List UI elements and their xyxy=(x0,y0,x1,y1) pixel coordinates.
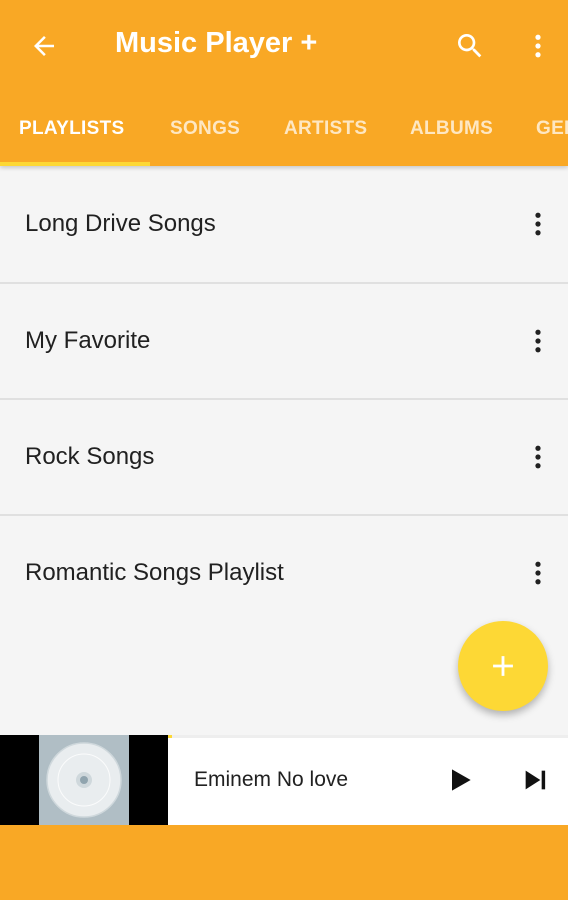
playlist-options-button[interactable] xyxy=(514,549,562,597)
more-vert-icon xyxy=(535,561,541,585)
playlist-options-button[interactable] xyxy=(514,433,562,481)
playlist-item-romantic-songs-playlist[interactable]: Romantic Songs Playlist xyxy=(0,515,568,631)
active-tab-indicator xyxy=(0,162,150,166)
tab-artists[interactable]: ARTISTS xyxy=(284,92,367,166)
tab-albums[interactable]: ALBUMS xyxy=(410,92,493,166)
playlist-item-rock-songs[interactable]: Rock Songs xyxy=(0,399,568,515)
playlist-item-long-drive-songs[interactable]: Long Drive Songs xyxy=(0,166,568,282)
toolbar: Music Player + xyxy=(0,0,568,92)
app-title: Music Player + xyxy=(115,27,318,59)
playback-progress-fill xyxy=(168,735,172,738)
album-cover xyxy=(39,735,129,825)
playlist-options-button[interactable] xyxy=(514,317,562,365)
playlist-name: Rock Songs xyxy=(25,443,155,470)
now-playing-bar[interactable]: Eminem No love xyxy=(0,735,568,825)
play-icon xyxy=(452,769,471,791)
more-vert-icon xyxy=(535,329,541,353)
back-button[interactable] xyxy=(20,22,68,70)
tab-songs[interactable]: SONGS xyxy=(170,92,240,166)
search-icon xyxy=(458,34,482,58)
playlist-name: My Favorite xyxy=(25,327,151,354)
search-button[interactable] xyxy=(446,22,494,70)
music-player-app: Music Player + PLAYLISTS SONGS ARTISTS A… xyxy=(0,0,568,900)
tab-genres[interactable]: GEI xyxy=(536,92,568,166)
next-track-button[interactable] xyxy=(511,756,559,804)
playlist-name: Long Drive Songs xyxy=(25,210,216,237)
cd-disc-icon xyxy=(46,742,122,818)
play-button[interactable] xyxy=(436,756,484,804)
album-art[interactable] xyxy=(0,735,168,825)
more-vert-icon xyxy=(535,212,541,236)
app-bar: Music Player + PLAYLISTS SONGS ARTISTS A… xyxy=(0,0,568,166)
add-playlist-button[interactable] xyxy=(458,621,548,711)
playlist-options-button[interactable] xyxy=(514,200,562,248)
tab-bar: PLAYLISTS SONGS ARTISTS ALBUMS GEI xyxy=(0,92,568,166)
now-playing-title[interactable]: Eminem No love xyxy=(194,735,348,825)
tab-playlists[interactable]: PLAYLISTS xyxy=(19,92,124,166)
playlist-item-my-favorite[interactable]: My Favorite xyxy=(0,283,568,399)
more-vert-icon xyxy=(535,34,541,58)
arrow-back-icon xyxy=(34,36,54,56)
overflow-menu-button[interactable] xyxy=(514,22,562,70)
playlist-name: Romantic Songs Playlist xyxy=(25,559,284,586)
more-vert-icon xyxy=(535,445,541,469)
bottom-bar xyxy=(0,825,568,900)
skip-next-icon xyxy=(525,770,546,790)
add-icon xyxy=(493,656,513,676)
